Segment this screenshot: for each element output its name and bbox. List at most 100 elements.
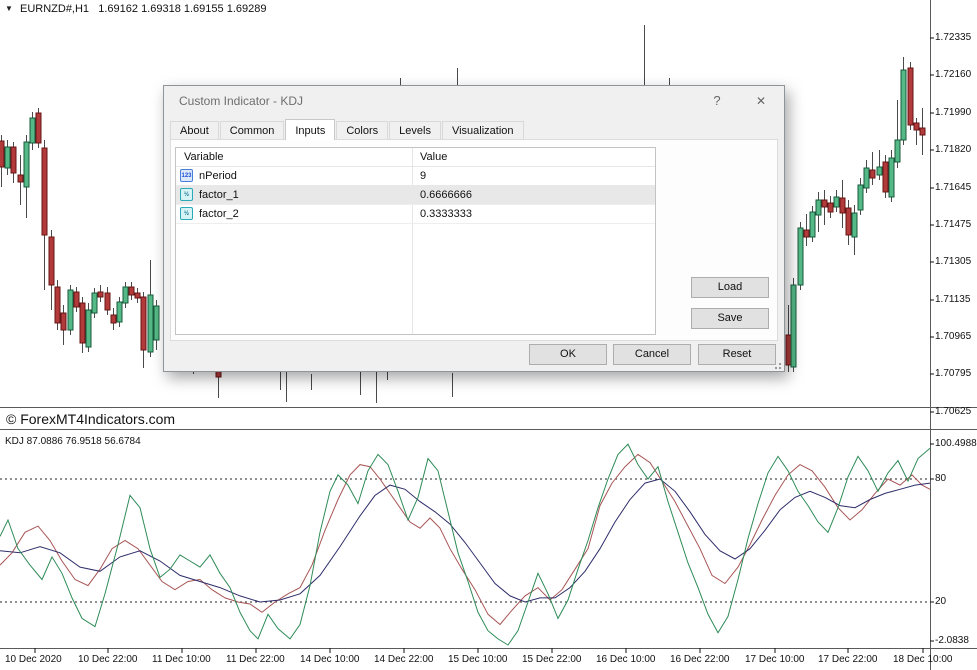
candle-body <box>141 297 146 350</box>
reset-button[interactable]: Reset <box>698 344 776 365</box>
column-header-variable: Variable <box>184 151 224 163</box>
candlestick <box>864 160 869 193</box>
inputs-table: Variable Value 123 nPeriod 9 ½ factor_1 … <box>175 147 656 335</box>
candle-body <box>828 203 833 212</box>
candlestick <box>901 57 906 145</box>
candle-body <box>834 197 839 207</box>
column-header-value: Value <box>420 151 447 163</box>
candlestick <box>877 150 882 180</box>
candlestick <box>852 205 857 255</box>
candle-body <box>30 118 35 143</box>
candle-body <box>895 140 900 162</box>
candlestick <box>889 150 894 202</box>
kdj-d-line <box>0 479 930 602</box>
candle-body <box>846 208 851 235</box>
candlestick <box>117 297 122 327</box>
candle-body <box>11 147 16 173</box>
candle-body <box>914 123 919 130</box>
variable-name: factor_1 <box>199 189 239 201</box>
candle-body <box>68 290 73 330</box>
candle-body <box>5 147 10 168</box>
candle-body <box>920 128 925 135</box>
candle-body <box>24 142 29 187</box>
kdj-j-line <box>0 444 930 645</box>
candlestick <box>791 278 796 372</box>
candle-body <box>0 141 4 167</box>
dialog-title: Custom Indicator - KDJ <box>179 86 303 116</box>
candlestick <box>828 196 833 218</box>
variable-name: nPeriod <box>199 170 237 182</box>
tab-common[interactable]: Common <box>220 121 285 140</box>
candle-body <box>154 306 159 340</box>
candle-body <box>804 230 809 237</box>
variable-value[interactable]: 0.3333333 <box>420 208 472 220</box>
candle-body <box>61 313 66 330</box>
dialog-tab-strip: About Common Inputs Colors Levels Visual… <box>170 120 525 140</box>
candle-body <box>111 315 116 323</box>
chevron-down-icon[interactable]: ▼ <box>5 4 13 13</box>
candlestick <box>135 288 140 303</box>
candlestick <box>30 112 35 150</box>
candle-body <box>908 68 913 125</box>
candle-body <box>148 295 153 352</box>
candlestick <box>92 288 97 318</box>
candle-body <box>889 158 894 197</box>
candle-body <box>49 237 54 285</box>
tab-colors[interactable]: Colors <box>336 121 388 140</box>
decimal-type-icon: ½ <box>180 207 193 220</box>
ok-button[interactable]: OK <box>529 344 607 365</box>
variable-value[interactable]: 0.6666666 <box>420 189 472 201</box>
candlestick <box>24 135 29 218</box>
candlestick <box>804 214 809 246</box>
candle-body <box>86 310 91 347</box>
candlestick <box>129 282 134 300</box>
candlestick <box>5 140 10 175</box>
candlestick <box>216 370 221 398</box>
candlestick <box>920 108 925 155</box>
cancel-button[interactable]: Cancel <box>613 344 691 365</box>
candlestick <box>895 100 900 168</box>
candlestick <box>816 192 821 232</box>
candle-body <box>123 287 128 303</box>
kdj-k-line <box>0 454 930 624</box>
candlestick <box>840 180 845 228</box>
candle-body <box>864 168 869 188</box>
integer-type-icon: 123 <box>180 169 193 182</box>
candlestick <box>68 285 73 335</box>
symbol-header: ▼ EURNZD#,H1 1.69162 1.69318 1.69155 1.6… <box>5 3 266 15</box>
candle-body <box>870 170 875 178</box>
candlestick <box>914 118 919 145</box>
candlestick <box>834 190 839 212</box>
table-row[interactable]: ½ factor_1 0.6666666 <box>176 185 655 205</box>
candle-body <box>135 293 140 298</box>
resize-grip[interactable] <box>773 361 781 369</box>
tab-visualization[interactable]: Visualization <box>442 121 524 140</box>
candlestick <box>908 62 913 130</box>
candle-body <box>901 70 906 140</box>
candlestick <box>11 142 16 183</box>
table-row[interactable]: ½ factor_2 0.3333333 <box>176 204 655 224</box>
candlestick <box>798 222 803 290</box>
candle-body <box>98 292 103 297</box>
tab-about[interactable]: About <box>170 121 219 140</box>
table-header: Variable Value <box>176 148 655 167</box>
table-row[interactable]: 123 nPeriod 9 <box>176 166 655 186</box>
tab-inputs[interactable]: Inputs <box>285 119 335 140</box>
candlestick <box>18 155 23 205</box>
candlestick <box>154 300 159 350</box>
candlestick <box>36 108 41 148</box>
candle-body <box>74 292 79 307</box>
candle-body <box>786 335 791 365</box>
help-button[interactable]: ? <box>708 92 726 110</box>
tab-levels[interactable]: Levels <box>389 121 441 140</box>
candle-body <box>877 167 882 175</box>
candlestick <box>86 303 91 352</box>
close-icon[interactable]: ✕ <box>752 92 770 110</box>
candle-body <box>117 302 122 322</box>
save-button[interactable]: Save <box>691 308 769 329</box>
candle-body <box>798 228 803 285</box>
variable-value[interactable]: 9 <box>420 170 426 182</box>
load-button[interactable]: Load <box>691 277 769 298</box>
candle-body <box>129 287 134 295</box>
symbol-name: EURNZD#,H1 <box>20 3 89 15</box>
